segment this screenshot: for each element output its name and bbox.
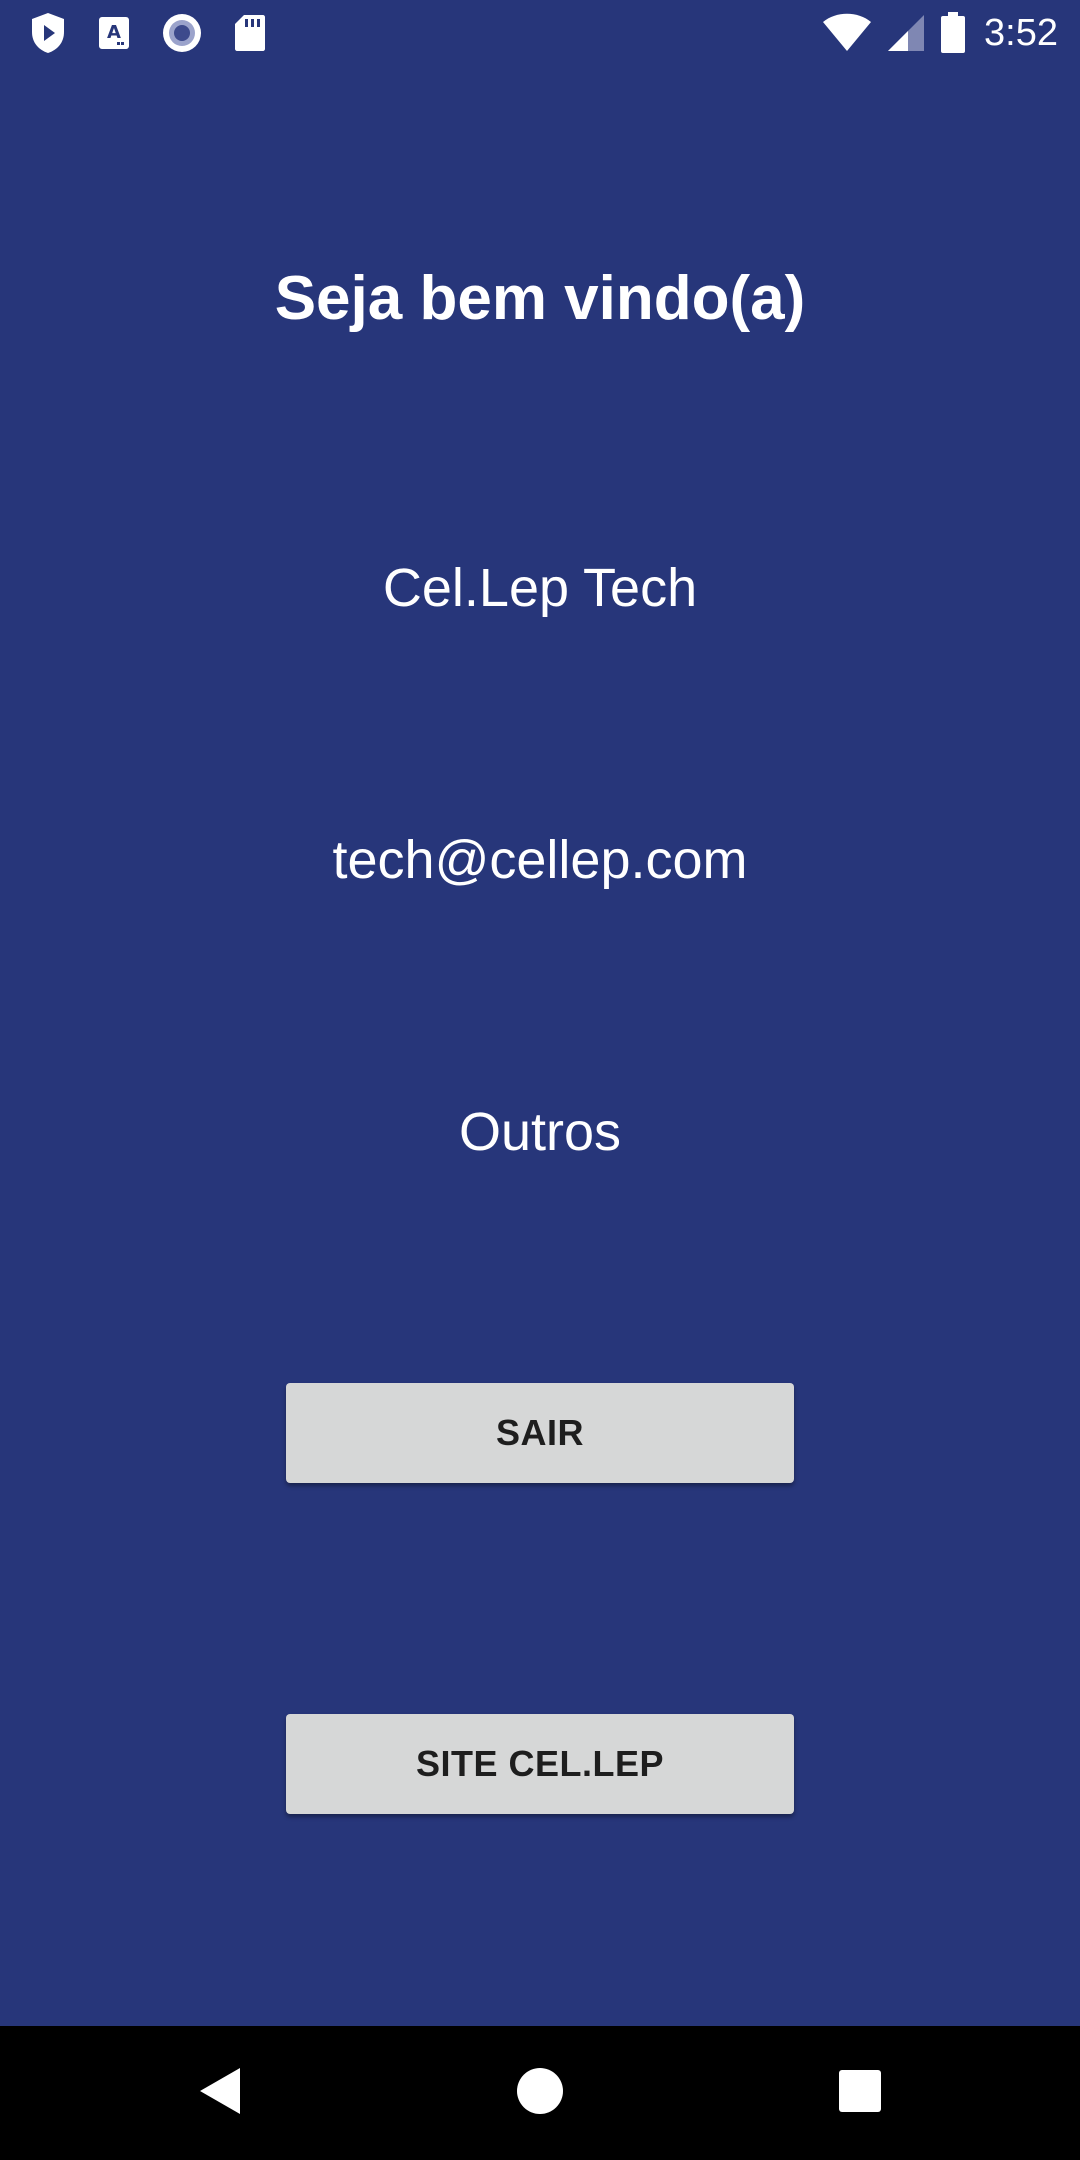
- recents-icon: [838, 2069, 882, 2118]
- welcome-title: Seja bem vindo(a): [274, 264, 806, 333]
- company-name: Cel.Lep Tech: [382, 558, 698, 618]
- home-icon: [516, 2067, 564, 2120]
- nav-back-button[interactable]: [140, 2026, 300, 2160]
- email-text: tech@cellep.com: [332, 830, 748, 890]
- navigation-bar: [0, 2026, 1080, 2160]
- site-button[interactable]: SITE CEL.LEP: [286, 1714, 794, 1814]
- main-content: Seja bem vindo(a) Cel.Lep Tech tech@cell…: [0, 0, 1080, 2026]
- exit-button[interactable]: SAIR: [286, 1383, 794, 1483]
- nav-home-button[interactable]: [460, 2026, 620, 2160]
- other-text: Outros: [458, 1102, 622, 1162]
- back-icon: [198, 2066, 242, 2121]
- nav-recents-button[interactable]: [780, 2026, 940, 2160]
